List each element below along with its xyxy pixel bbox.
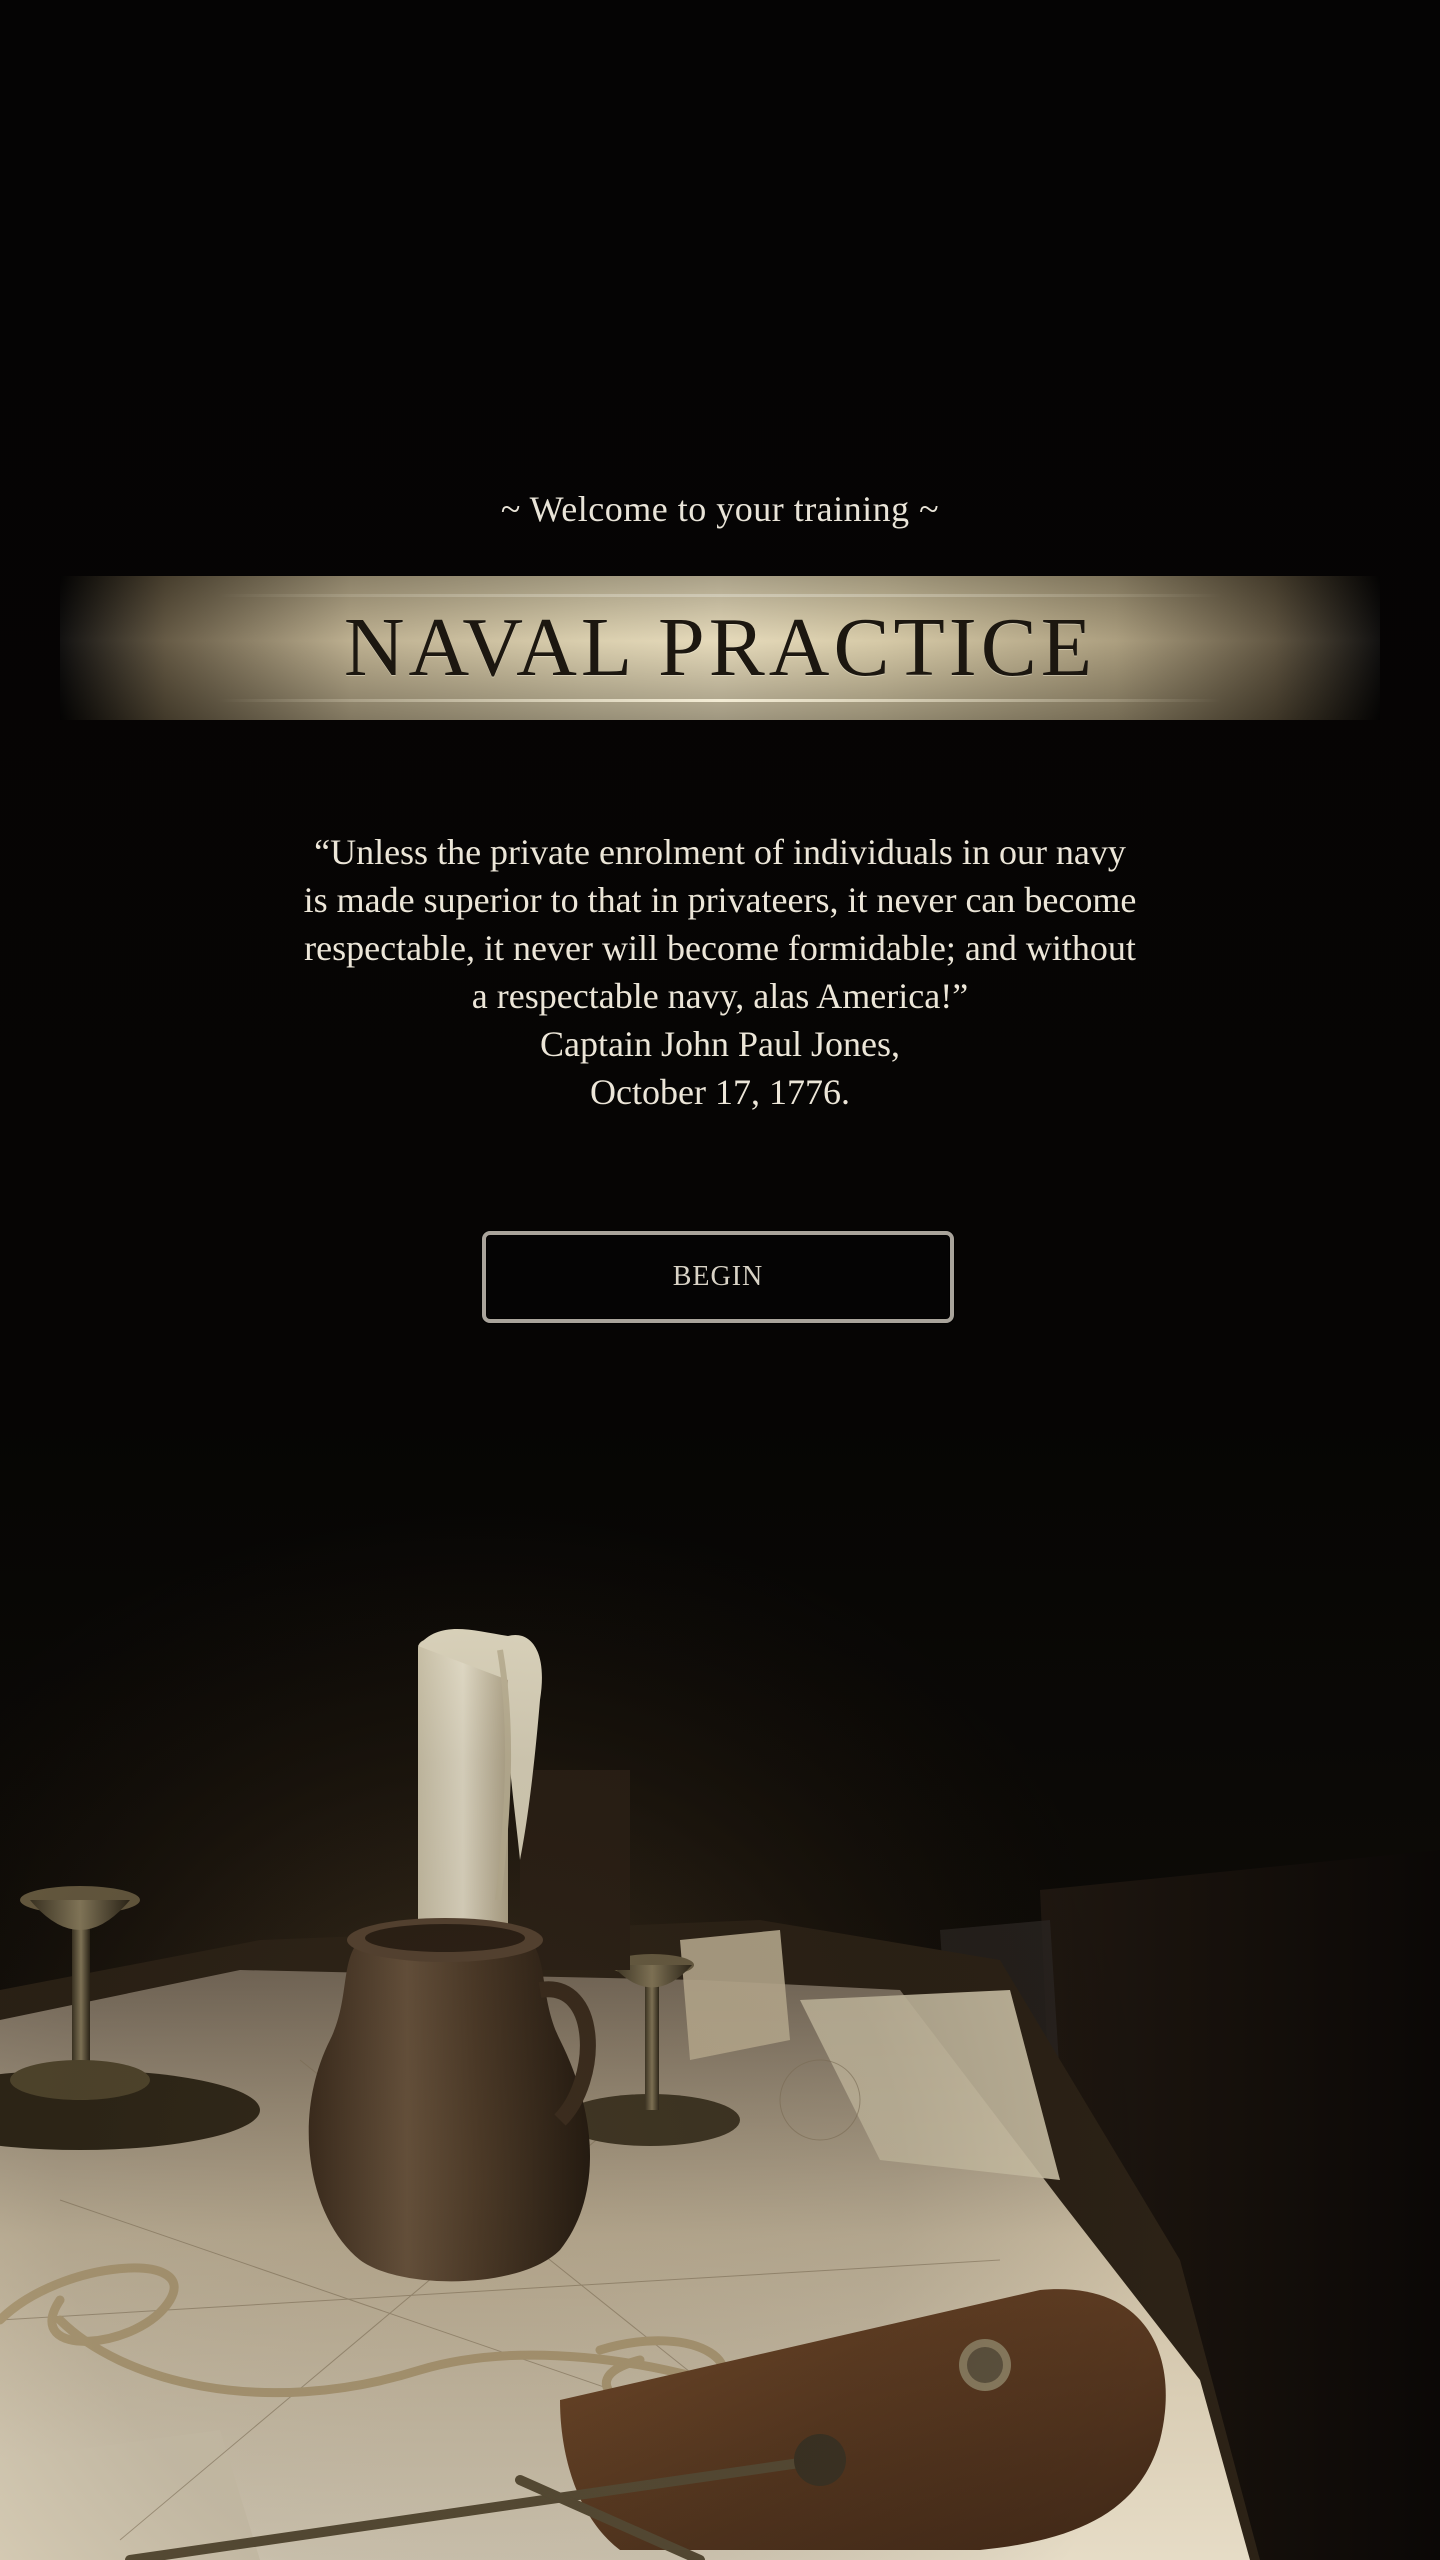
page-title: NAVAL PRACTICE xyxy=(343,601,1097,694)
quote-line: a respectable navy, alas America!” xyxy=(471,976,969,1016)
quote-line: is made superior to that in privateers, … xyxy=(303,880,1137,920)
quote-line: respectable, it never will become formid… xyxy=(304,928,1136,968)
still-life-illustration xyxy=(0,1560,1440,2560)
quote-attribution: Captain John Paul Jones, October 17, 177… xyxy=(240,1020,1200,1116)
begin-button[interactable]: BEGIN xyxy=(482,1231,954,1323)
welcome-subtitle: ~ Welcome to your training ~ xyxy=(500,489,940,529)
quote-date: October 17, 1776. xyxy=(590,1072,850,1112)
training-start-screen: ~ Welcome to your training ~ NAVAL PRACT… xyxy=(0,0,1440,2560)
title-banner: NAVAL PRACTICE xyxy=(60,576,1380,720)
quote-line: “Unless the private enrolment of individ… xyxy=(314,832,1126,872)
candle-and-maps-image xyxy=(0,1560,1440,2560)
quote-block: “Unless the private enrolment of individ… xyxy=(240,828,1200,1020)
quote-author: Captain John Paul Jones, xyxy=(540,1024,900,1064)
